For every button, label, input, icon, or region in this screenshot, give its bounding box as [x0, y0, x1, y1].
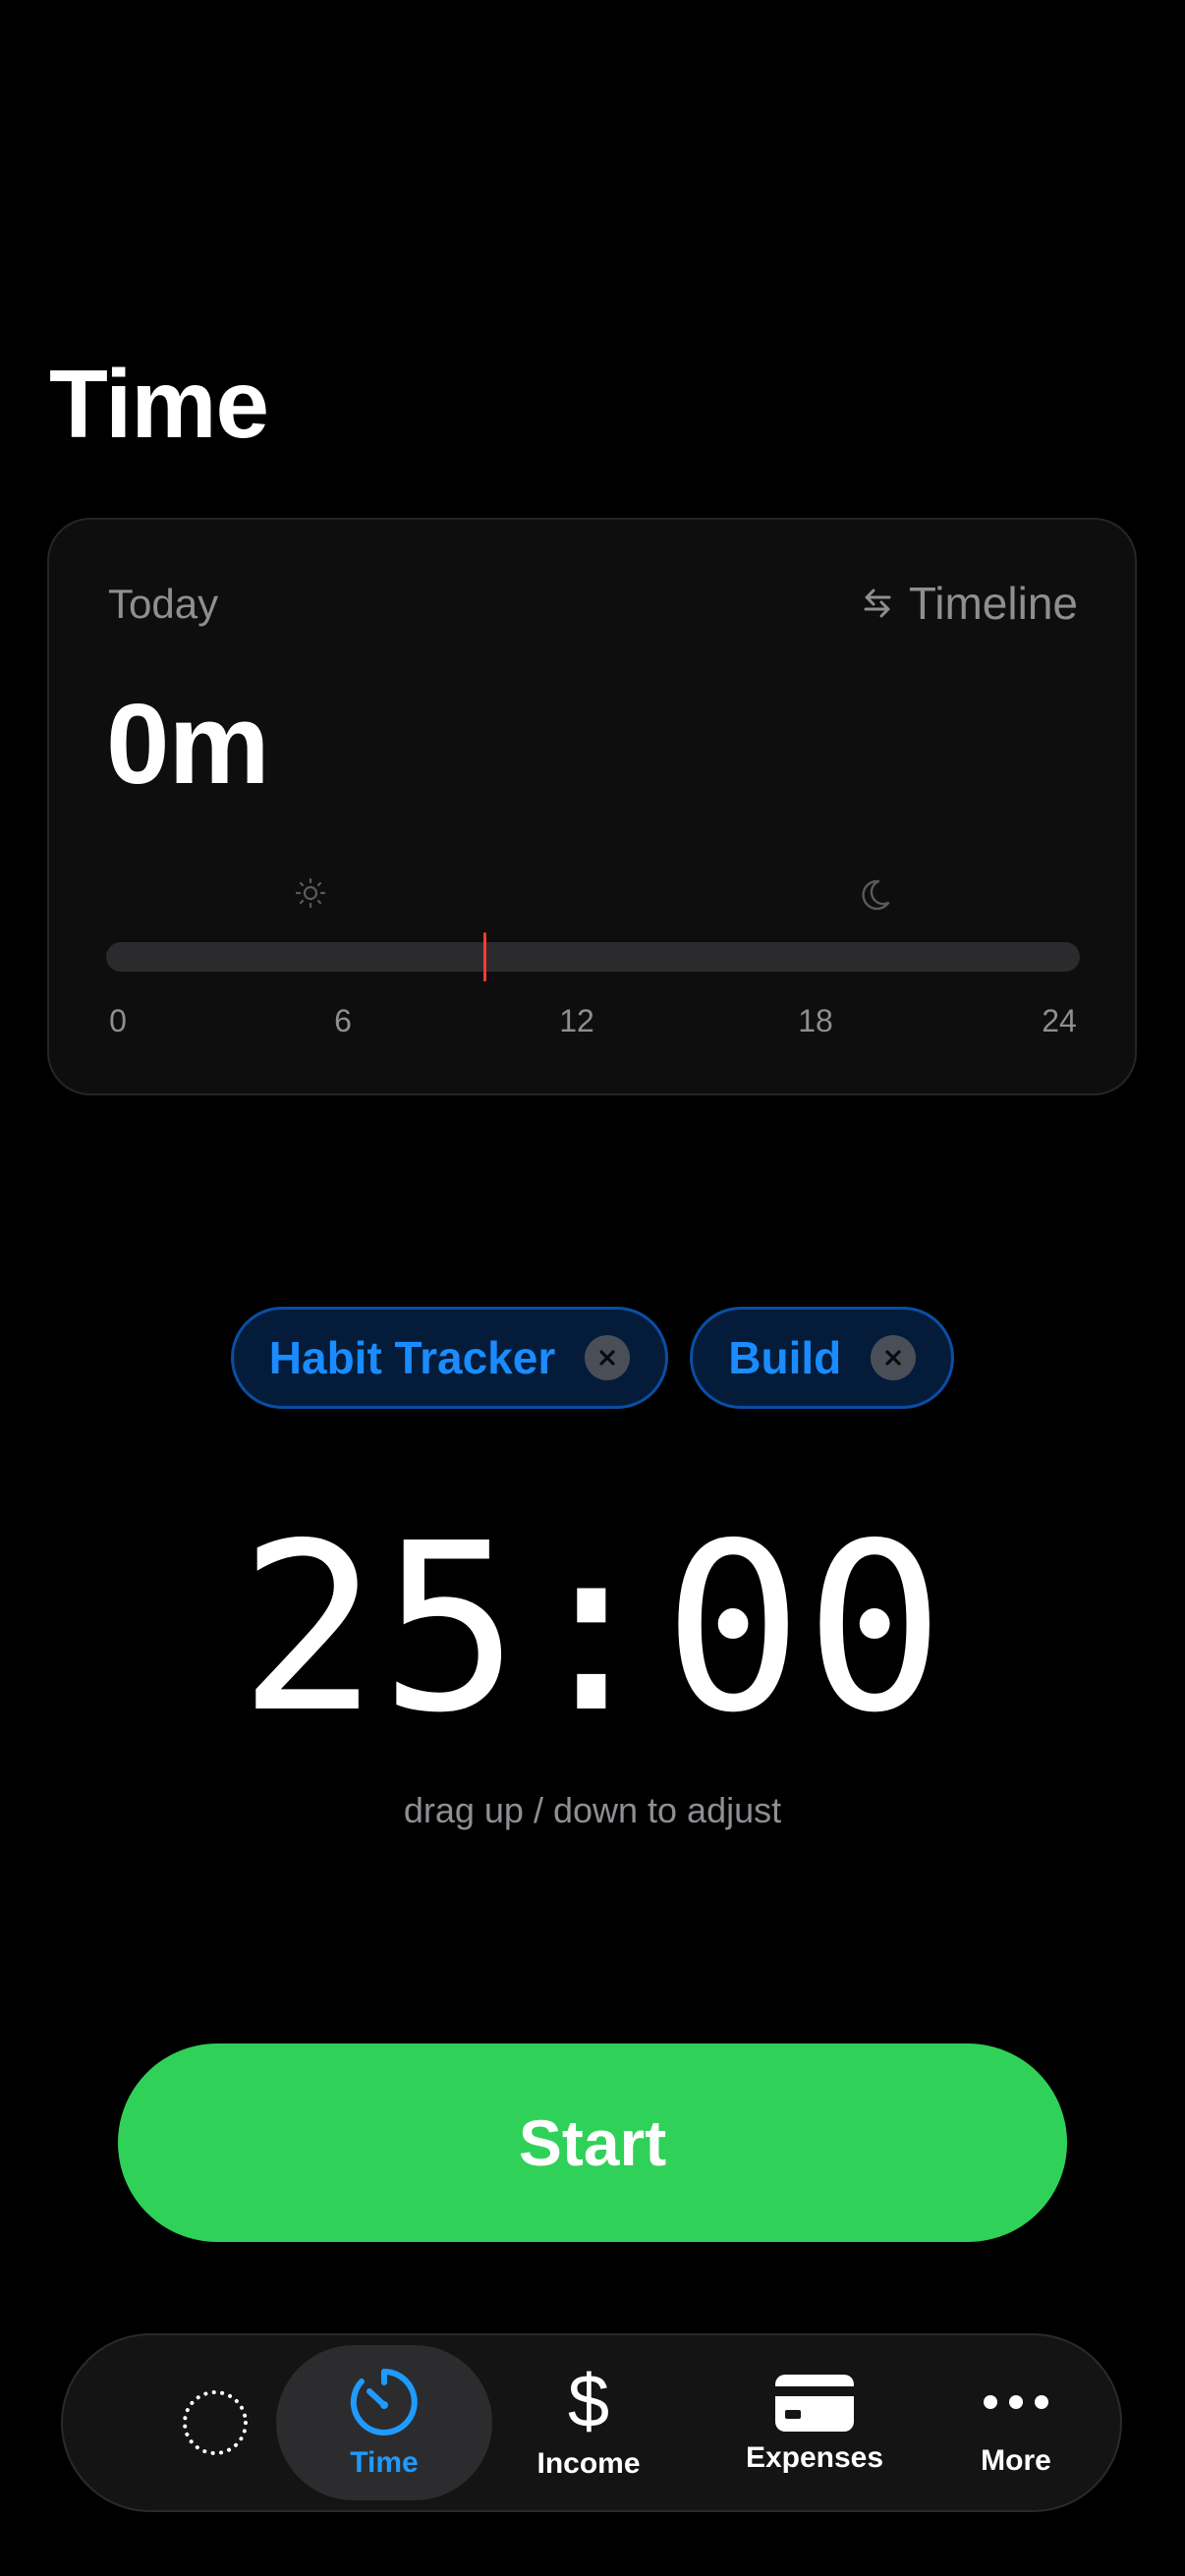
moon-icon	[855, 875, 894, 920]
today-label: Today	[108, 581, 219, 627]
tab-label: Time	[350, 2446, 419, 2479]
today-summary-card: Today Timeline 0m 0 6 12 18 24	[47, 518, 1137, 1095]
tab-more[interactable]: More	[942, 2345, 1090, 2500]
ellipsis-icon	[982, 2368, 1050, 2436]
tab-time[interactable]: Time	[276, 2345, 492, 2500]
axis-tick-label: 18	[798, 1003, 833, 1038]
page-title: Time	[49, 350, 269, 458]
start-button[interactable]: Start	[118, 2044, 1067, 2242]
tab-label: Expenses	[745, 2441, 884, 2474]
swap-arrows-icon	[860, 586, 895, 621]
dollar-icon: $	[567, 2360, 610, 2443]
tab-expenses[interactable]: Expenses	[692, 2345, 937, 2500]
close-icon	[885, 1350, 901, 1366]
axis-tick-label: 0	[109, 1003, 127, 1038]
axis-tick-label: 24	[1042, 1003, 1077, 1038]
dotted-circle-icon	[180, 2387, 251, 2458]
tag-chip-habit-tracker[interactable]: Habit Tracker	[230, 1307, 669, 1409]
tab-label: More	[981, 2444, 1051, 2477]
axis-tick-label: 12	[559, 1003, 594, 1038]
close-icon	[599, 1350, 615, 1366]
day-timeline-track	[106, 932, 1080, 981]
credit-card-icon	[775, 2371, 854, 2434]
tab-label: Income	[536, 2447, 641, 2480]
remove-tag-button[interactable]	[871, 1335, 917, 1380]
project-tags: Habit Tracker Build	[0, 1307, 1185, 1409]
tab-income[interactable]: $ Income	[505, 2345, 672, 2500]
current-time-marker	[483, 932, 486, 981]
timer-icon	[348, 2366, 421, 2438]
timeline-label: Timeline	[908, 578, 1078, 629]
axis-tick-label: 6	[334, 1003, 352, 1038]
tab-bar: Time $ Income Expenses More	[61, 2333, 1122, 2512]
timeline-button[interactable]: Timeline	[860, 577, 1078, 630]
timer-display[interactable]: 25:00	[0, 1513, 1185, 1745]
tag-chip-label: Build	[728, 1332, 842, 1383]
remove-tag-button[interactable]	[585, 1335, 631, 1380]
today-total-duration: 0m	[106, 680, 270, 808]
sun-icon	[293, 875, 328, 916]
timer-adjust-hint: drag up / down to adjust	[403, 1790, 782, 1830]
tag-chip-build[interactable]: Build	[690, 1307, 955, 1409]
tag-chip-label: Habit Tracker	[268, 1332, 556, 1383]
